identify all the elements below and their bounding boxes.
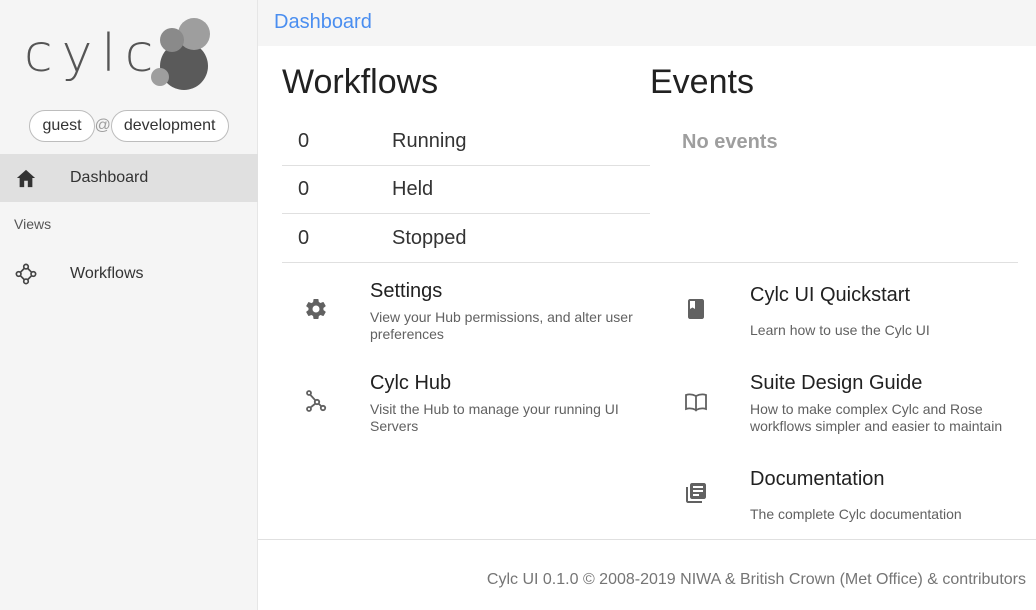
footer-text: Cylc UI 0.1.0 © 2008-2019 NIWA & British… [486,571,1026,588]
section-divider [282,262,1018,263]
settings-desc: View your Hub permissions, and alter use… [370,309,633,342]
home-icon [14,166,38,190]
cylc-logo[interactable]: cylc [20,14,240,94]
quickstart-desc: Learn how to use the Cylc UI [750,322,930,338]
library-books-icon [684,481,708,505]
cylc-hub-desc: Visit the Hub to manage your running UI … [370,401,619,434]
workflow-count-row[interactable]: 0 Held [282,166,650,214]
sidebar-item-label: Workflows [70,265,144,282]
server-chip[interactable]: development [110,110,229,142]
logo-text: cylc [24,24,163,84]
documentation-title: Documentation [750,468,885,490]
footer-divider [258,539,1036,540]
at-separator: @ [94,117,111,134]
workflow-count-row[interactable]: 0 Stopped [282,214,650,262]
hub-icon [304,389,328,413]
gear-icon [304,297,328,321]
book-icon [684,297,708,321]
logo-bubble-small [151,68,169,86]
page-title: Dashboard [274,11,372,33]
views-section-label: Views [14,216,52,232]
user-server-row: guest @ development [0,110,258,142]
suite-design-guide-desc: How to make complex Cylc and Rose workfl… [750,401,1003,434]
workflow-count: 0 [298,130,310,152]
sidebar: cylc guest @ development Dashboard Views… [0,0,258,610]
quickstart-title: Cylc UI Quickstart [750,284,911,306]
top-bar: Dashboard [258,0,1036,46]
workflow-graph-icon [14,262,38,286]
workflow-count: 0 [298,178,310,200]
sidebar-item-dashboard[interactable]: Dashboard [0,154,258,202]
documentation-desc: The complete Cylc documentation [750,506,962,522]
settings-title: Settings [370,280,443,302]
cylc-hub-title: Cylc Hub [370,372,452,394]
open-book-icon [684,390,708,414]
no-events-text: No events [682,131,778,153]
events-heading: Events [650,63,754,101]
workflow-state: Stopped [392,226,467,249]
sidebar-item-label: Dashboard [70,169,149,186]
workflows-heading: Workflows [282,63,439,101]
logo-bubble-mid [160,28,184,52]
user-chip[interactable]: guest [29,110,95,142]
workflow-state: Held [392,178,434,200]
workflow-state: Running [392,130,467,152]
workflow-count-row[interactable]: 0 Running [282,118,650,166]
suite-design-guide-title: Suite Design Guide [750,372,923,394]
workflow-count: 0 [298,226,310,249]
sidebar-item-workflows[interactable]: Workflows [0,250,258,298]
